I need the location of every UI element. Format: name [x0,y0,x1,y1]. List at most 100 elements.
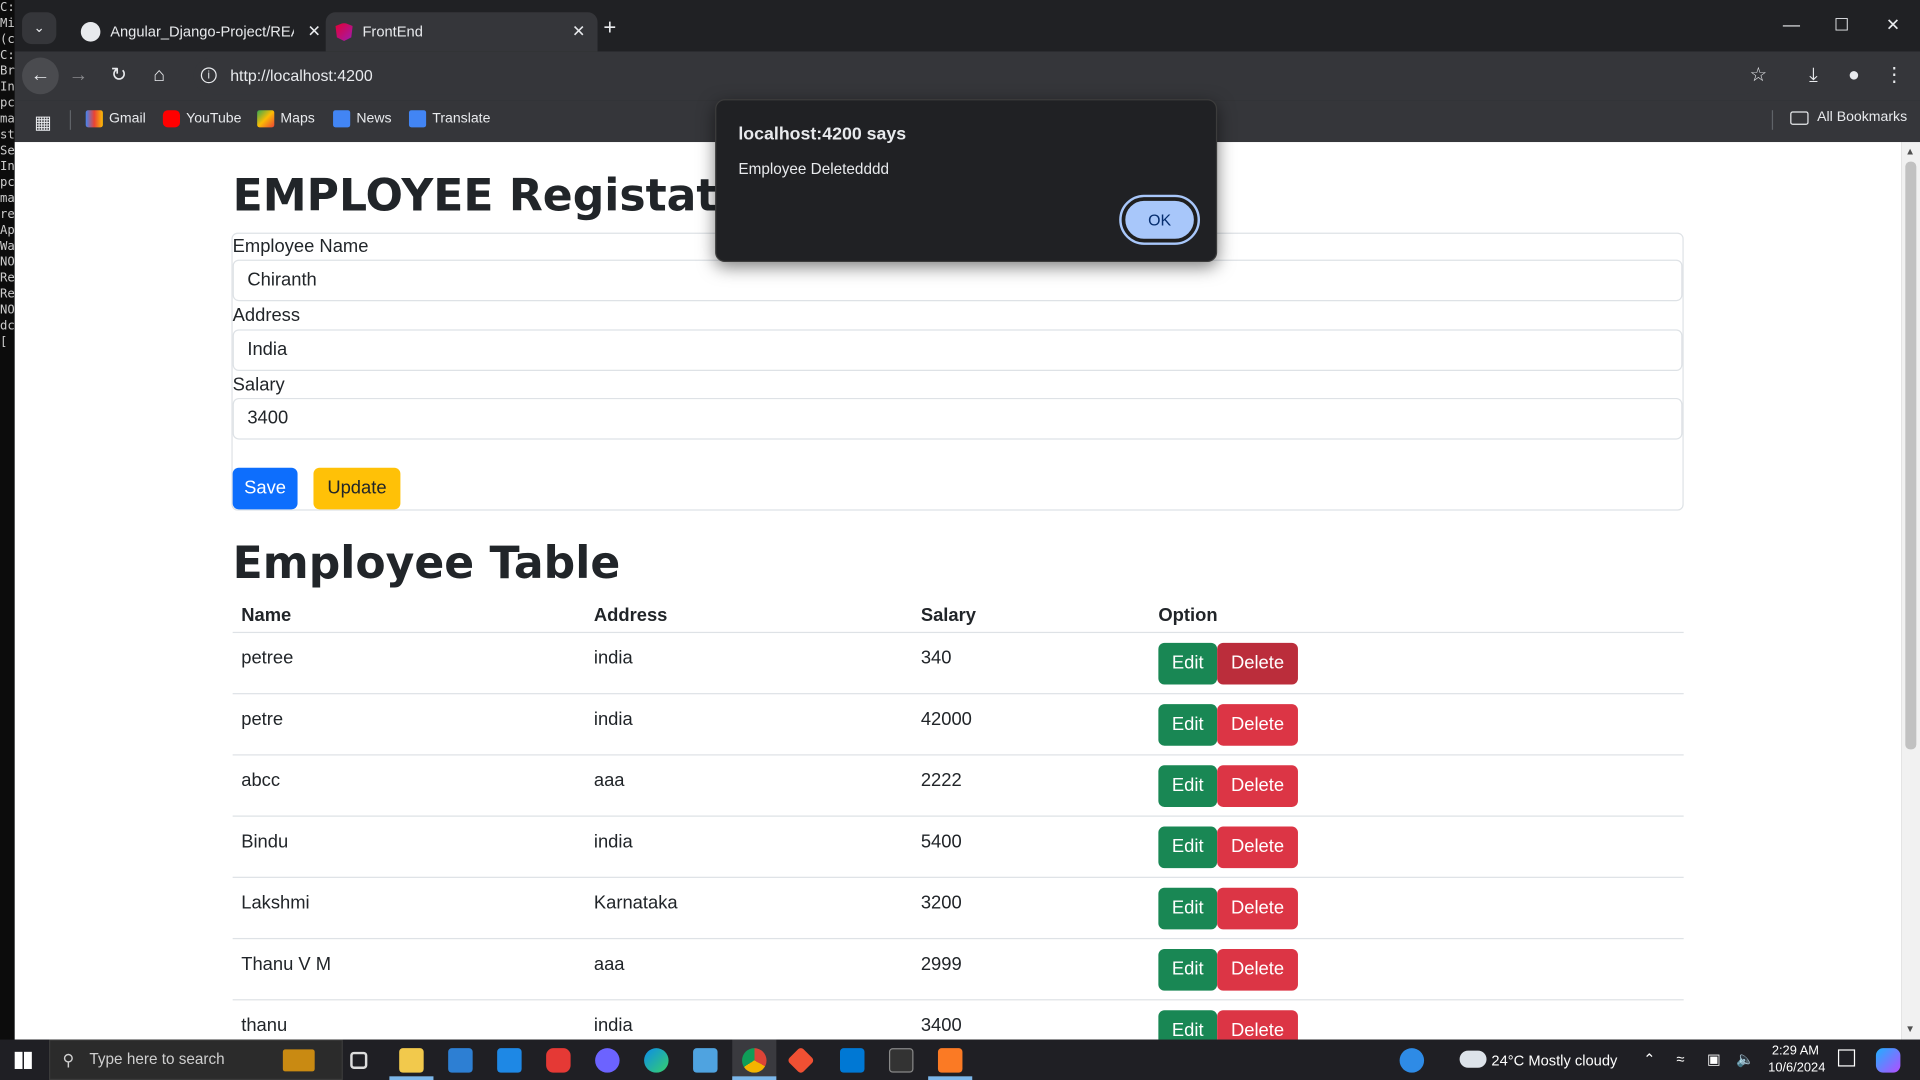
edit-button[interactable]: Edit [1158,948,1218,991]
downloads-icon[interactable]: ⤓ [1799,61,1828,90]
media-player-icon[interactable] [595,1048,620,1073]
cell-address: Karnataka [593,892,678,914]
terminal-icon[interactable] [888,1048,914,1073]
edit-button[interactable]: Edit [1158,765,1218,807]
column-header-option: Option [1158,604,1218,626]
column-header-address: Address [593,604,668,626]
table-row: Bindu india 5400 Edit Delete [232,815,1684,877]
windows-start-icon[interactable] [14,1051,32,1069]
salary-input[interactable]: 3400 [232,397,1683,440]
scroll-down-arrow[interactable]: ▼ [1905,1024,1915,1035]
apps-grid-icon[interactable]: ▦ [34,111,51,134]
tab-search-button[interactable]: ⌄ [22,12,57,45]
wps-office-icon[interactable] [546,1048,571,1073]
back-button[interactable]: ← [22,57,59,95]
edit-button[interactable]: Edit [1158,887,1218,930]
delete-button[interactable]: Delete [1217,642,1298,685]
delete-button[interactable]: Delete [1217,826,1298,869]
terminal-line: st [0,128,15,143]
help-icon[interactable] [1399,1048,1425,1073]
bookmark-youtube[interactable]: YouTube [162,110,241,128]
reload-button[interactable]: ↻ [104,61,133,90]
address-bar[interactable]: i http://localhost:4200 [193,57,1761,95]
save-button[interactable]: Save [232,467,298,510]
all-bookmarks-button[interactable]: All Bookmarks [1790,110,1907,125]
battery-icon[interactable]: ▣ [1707,1051,1721,1068]
bookmark-news[interactable]: News [333,110,392,128]
home-button[interactable]: ⌂ [144,61,173,90]
vscode-icon[interactable] [840,1048,865,1073]
minimize-button[interactable]: — [1773,15,1810,35]
site-info-icon[interactable]: i [200,67,217,84]
menu-icon[interactable]: ⋮ [1880,61,1909,90]
close-tab-icon[interactable]: ✕ [307,22,320,42]
delete-button[interactable]: Delete [1217,765,1298,807]
dialog-title: localhost:4200 says [738,124,907,145]
cell-name: petre [241,708,284,730]
edit-button[interactable]: Edit [1158,704,1218,746]
update-button[interactable]: Update [313,467,401,510]
column-header-name: Name [241,604,292,626]
clock-time[interactable]: 2:29 AM [1772,1043,1819,1058]
task-view-icon[interactable] [350,1051,368,1069]
address-input[interactable]: India [232,329,1683,372]
bookmark-gmail[interactable]: Gmail [85,110,146,128]
translate-icon [408,110,427,128]
git-icon[interactable] [786,1046,815,1075]
close-window-button[interactable]: ✕ [1875,15,1912,36]
close-tab-icon[interactable]: ✕ [572,22,585,42]
delete-button[interactable]: Delete [1217,887,1298,930]
edit-button[interactable]: Edit [1158,642,1218,685]
chrome-icon[interactable] [742,1048,767,1073]
bookmark-maps[interactable]: Maps [257,110,315,128]
tab-frontend[interactable]: FrontEnd ✕ [325,12,598,52]
scrollbar-thumb[interactable] [1905,161,1917,750]
forward-button[interactable]: → [64,61,93,90]
windows-taskbar: ⚲ Type here to search 24°C Mostly cloudy… [0,1039,1920,1080]
scroll-up-arrow[interactable]: ▲ [1905,146,1915,157]
table-row: petre india 42000 Edit Delete [232,693,1684,754]
cell-name: Bindu [241,831,289,853]
profile-icon[interactable]: ● [1839,61,1868,90]
bookmark-star-icon[interactable]: ☆ [1744,61,1773,90]
cell-name: petree [241,647,294,669]
cell-name: Lakshmi [241,892,310,914]
microsoft-store-icon[interactable] [448,1048,473,1073]
form-title: EMPLOYEE Registation [232,171,795,222]
file-explorer-icon[interactable] [399,1048,424,1073]
weather-text[interactable]: 24°C Mostly cloudy [1491,1052,1617,1069]
dialog-ok-button[interactable]: OK [1119,194,1201,245]
delete-button[interactable]: Delete [1217,948,1298,991]
delete-button[interactable]: Delete [1217,704,1298,746]
cell-salary: 2999 [920,953,962,975]
cell-name: Thanu V M [241,953,332,975]
cell-salary: 3400 [920,1015,962,1036]
network-icon[interactable]: ≈ [1676,1051,1684,1068]
edit-button[interactable]: Edit [1158,1010,1218,1040]
taskbar-search-box[interactable]: ⚲ Type here to search [48,1039,343,1080]
clock-date[interactable]: 10/6/2024 [1768,1060,1825,1075]
gmail-icon [85,110,103,128]
mail-icon[interactable] [497,1048,522,1073]
terminal-line: re [0,208,15,222]
new-tab-button[interactable]: + [595,15,624,41]
cell-address: india [593,831,633,853]
volume-icon[interactable]: 🔈 [1736,1051,1754,1068]
delete-button[interactable]: Delete [1217,1010,1298,1040]
terminal-window-edge: C:\Mi(cC:BrInpcmastSeInpcmareApWaNOReReN… [0,0,15,1041]
xampp-icon[interactable] [937,1048,963,1073]
tab-github-readme[interactable]: Angular_Django-Project/READM ✕ [66,12,333,51]
page-scrollbar[interactable]: ▲ ▼ [1901,142,1920,1040]
terminal-line: [ [0,335,8,349]
edit-button[interactable]: Edit [1158,826,1218,869]
copilot-icon[interactable] [1875,1048,1901,1073]
notification-icon[interactable] [1837,1049,1856,1067]
show-hidden-icons[interactable]: ⌃ [1643,1051,1655,1068]
terminal-line: Re [0,287,15,302]
employee-name-input[interactable]: Chiranth [232,259,1683,302]
app-icon[interactable] [693,1048,718,1073]
bookmark-translate[interactable]: Translate [408,110,490,128]
maximize-button[interactable]: ☐ [1823,15,1860,36]
url-text: http://localhost:4200 [230,66,373,85]
edge-icon[interactable] [644,1048,669,1073]
